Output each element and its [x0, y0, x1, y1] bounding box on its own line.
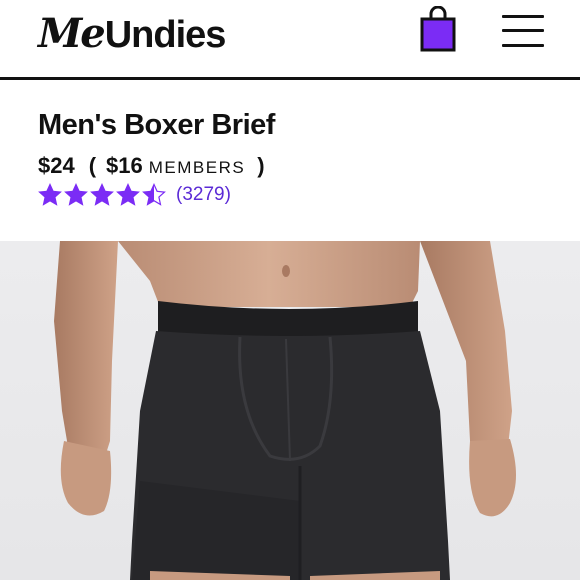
menu-line [502, 15, 544, 18]
product-info: Men's Boxer Brief $24 ( $16 MEMBERS ) (3… [0, 83, 580, 241]
star-icon [90, 183, 114, 206]
star-rating [38, 183, 168, 207]
hamburger-menu-icon[interactable] [502, 12, 544, 50]
menu-line [502, 44, 544, 47]
review-count[interactable]: (3279) [176, 184, 231, 206]
star-icon [142, 183, 166, 206]
price-row: $24 ( $16 MEMBERS ) [38, 153, 265, 179]
logo-me: Me [38, 10, 106, 57]
product-title: Men's Boxer Brief [38, 109, 275, 141]
star-icon [116, 183, 140, 206]
star-icon [64, 183, 88, 206]
product-photo [0, 241, 580, 580]
logo-undies: Undies [104, 14, 227, 56]
member-price: $16 [106, 153, 143, 178]
meundies-logo[interactable]: Me Undies [38, 10, 227, 58]
product-price: $24 [38, 153, 75, 178]
site-header: Me Undies [0, 0, 580, 80]
rating-row[interactable]: (3279) [38, 183, 231, 207]
shopping-bag-icon[interactable] [420, 5, 456, 52]
paren-close: ) [257, 153, 265, 178]
members-label[interactable]: MEMBERS [149, 158, 245, 178]
menu-line [502, 29, 544, 32]
paren-open: ( [88, 153, 97, 178]
star-icon [38, 183, 62, 206]
